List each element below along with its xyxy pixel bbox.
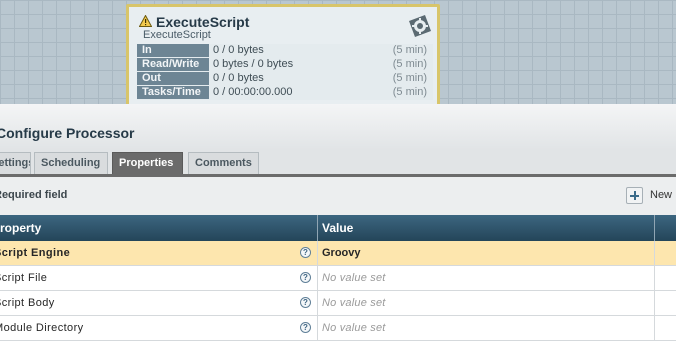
stat-row-tasks-time: Tasks/Time 0 / 00:00:00.000 (5 min) <box>137 86 433 99</box>
required-field-text: Required field <box>0 189 68 201</box>
table-row[interactable]: Script File ? No value set <box>0 266 676 291</box>
stat-row-read-write: Read/Write 0 bytes / 0 bytes (5 min) <box>137 58 433 71</box>
tab-scheduling[interactable]: Scheduling <box>34 152 108 174</box>
column-header-property[interactable]: Property <box>0 215 292 241</box>
tab-comments[interactable]: Comments <box>188 152 259 174</box>
stat-label: Tasks/Time <box>137 86 209 99</box>
cell-divider <box>654 241 655 265</box>
tab-bar: Settings Scheduling Properties Comments <box>0 150 676 174</box>
help-icon[interactable]: ? <box>300 247 311 258</box>
stat-window: (5 min) <box>392 72 427 84</box>
stat-label: In <box>137 44 209 57</box>
property-value[interactable]: Groovy <box>322 241 642 265</box>
dialog-title: Configure Processor <box>0 125 135 141</box>
cell-divider <box>317 241 318 265</box>
processor-gear-icon <box>409 15 431 37</box>
stat-value: 0 bytes / 0 bytes <box>213 58 294 70</box>
help-icon[interactable]: ? <box>300 297 311 308</box>
plus-icon <box>626 187 643 204</box>
cell-divider <box>317 316 318 340</box>
column-divider <box>654 215 655 241</box>
table-row[interactable]: Module Directory ? No value set <box>0 316 676 341</box>
stat-label: Read/Write <box>137 58 209 71</box>
help-icon[interactable]: ? <box>300 272 311 283</box>
property-name: Script Body <box>0 297 55 309</box>
property-value[interactable]: No value set <box>322 291 642 315</box>
stat-value: 0 / 0 bytes <box>213 72 264 84</box>
properties-table: Property Value Script Engine ? Groovy Sc… <box>0 215 676 355</box>
stat-window: (5 min) <box>392 44 427 56</box>
configure-processor-dialog: Configure Processor Settings Scheduling … <box>0 104 676 355</box>
processor-type: ExecuteScript <box>143 29 211 41</box>
column-header-value[interactable]: Value <box>322 215 642 241</box>
processor-name: ExecuteScript <box>156 14 250 30</box>
property-value[interactable]: No value set <box>322 316 642 340</box>
cell-divider <box>317 266 318 290</box>
help-icon[interactable]: ? <box>300 322 311 333</box>
new-property-label: New <box>650 189 673 201</box>
processor-stats: In 0 / 0 bytes (5 min) Read/Write 0 byte… <box>137 44 433 100</box>
table-row[interactable]: Script Engine ? Groovy <box>0 241 676 266</box>
column-divider <box>317 215 318 241</box>
required-field-bar: Required field New <box>0 177 676 215</box>
stat-value: 0 / 00:00:00.000 <box>213 86 293 98</box>
stat-window: (5 min) <box>392 58 427 70</box>
stat-value: 0 / 0 bytes <box>213 44 264 56</box>
tab-properties[interactable]: Properties <box>112 152 183 174</box>
property-name: Script File <box>0 272 48 284</box>
new-property-button[interactable]: New <box>626 186 676 206</box>
processor-card[interactable]: ExecuteScript ExecuteScript In 0 / 0 byt… <box>126 4 440 107</box>
warning-icon <box>139 15 152 27</box>
stat-label: Out <box>137 72 209 85</box>
cell-divider <box>317 291 318 315</box>
table-row[interactable]: Script Body ? No value set <box>0 291 676 316</box>
cell-divider <box>654 291 655 315</box>
table-header: Property Value <box>0 215 676 241</box>
cell-divider <box>654 266 655 290</box>
dialog-header: Configure Processor <box>0 104 676 150</box>
stat-window: (5 min) <box>392 86 427 98</box>
property-name: Module Directory <box>0 322 84 334</box>
tab-settings[interactable]: Settings <box>0 152 31 174</box>
property-name: Script Engine <box>0 247 71 259</box>
property-value[interactable]: No value set <box>322 266 642 290</box>
cell-divider <box>654 316 655 340</box>
stat-row-out: Out 0 / 0 bytes (5 min) <box>137 72 433 85</box>
stat-row-in: In 0 / 0 bytes (5 min) <box>137 44 433 57</box>
